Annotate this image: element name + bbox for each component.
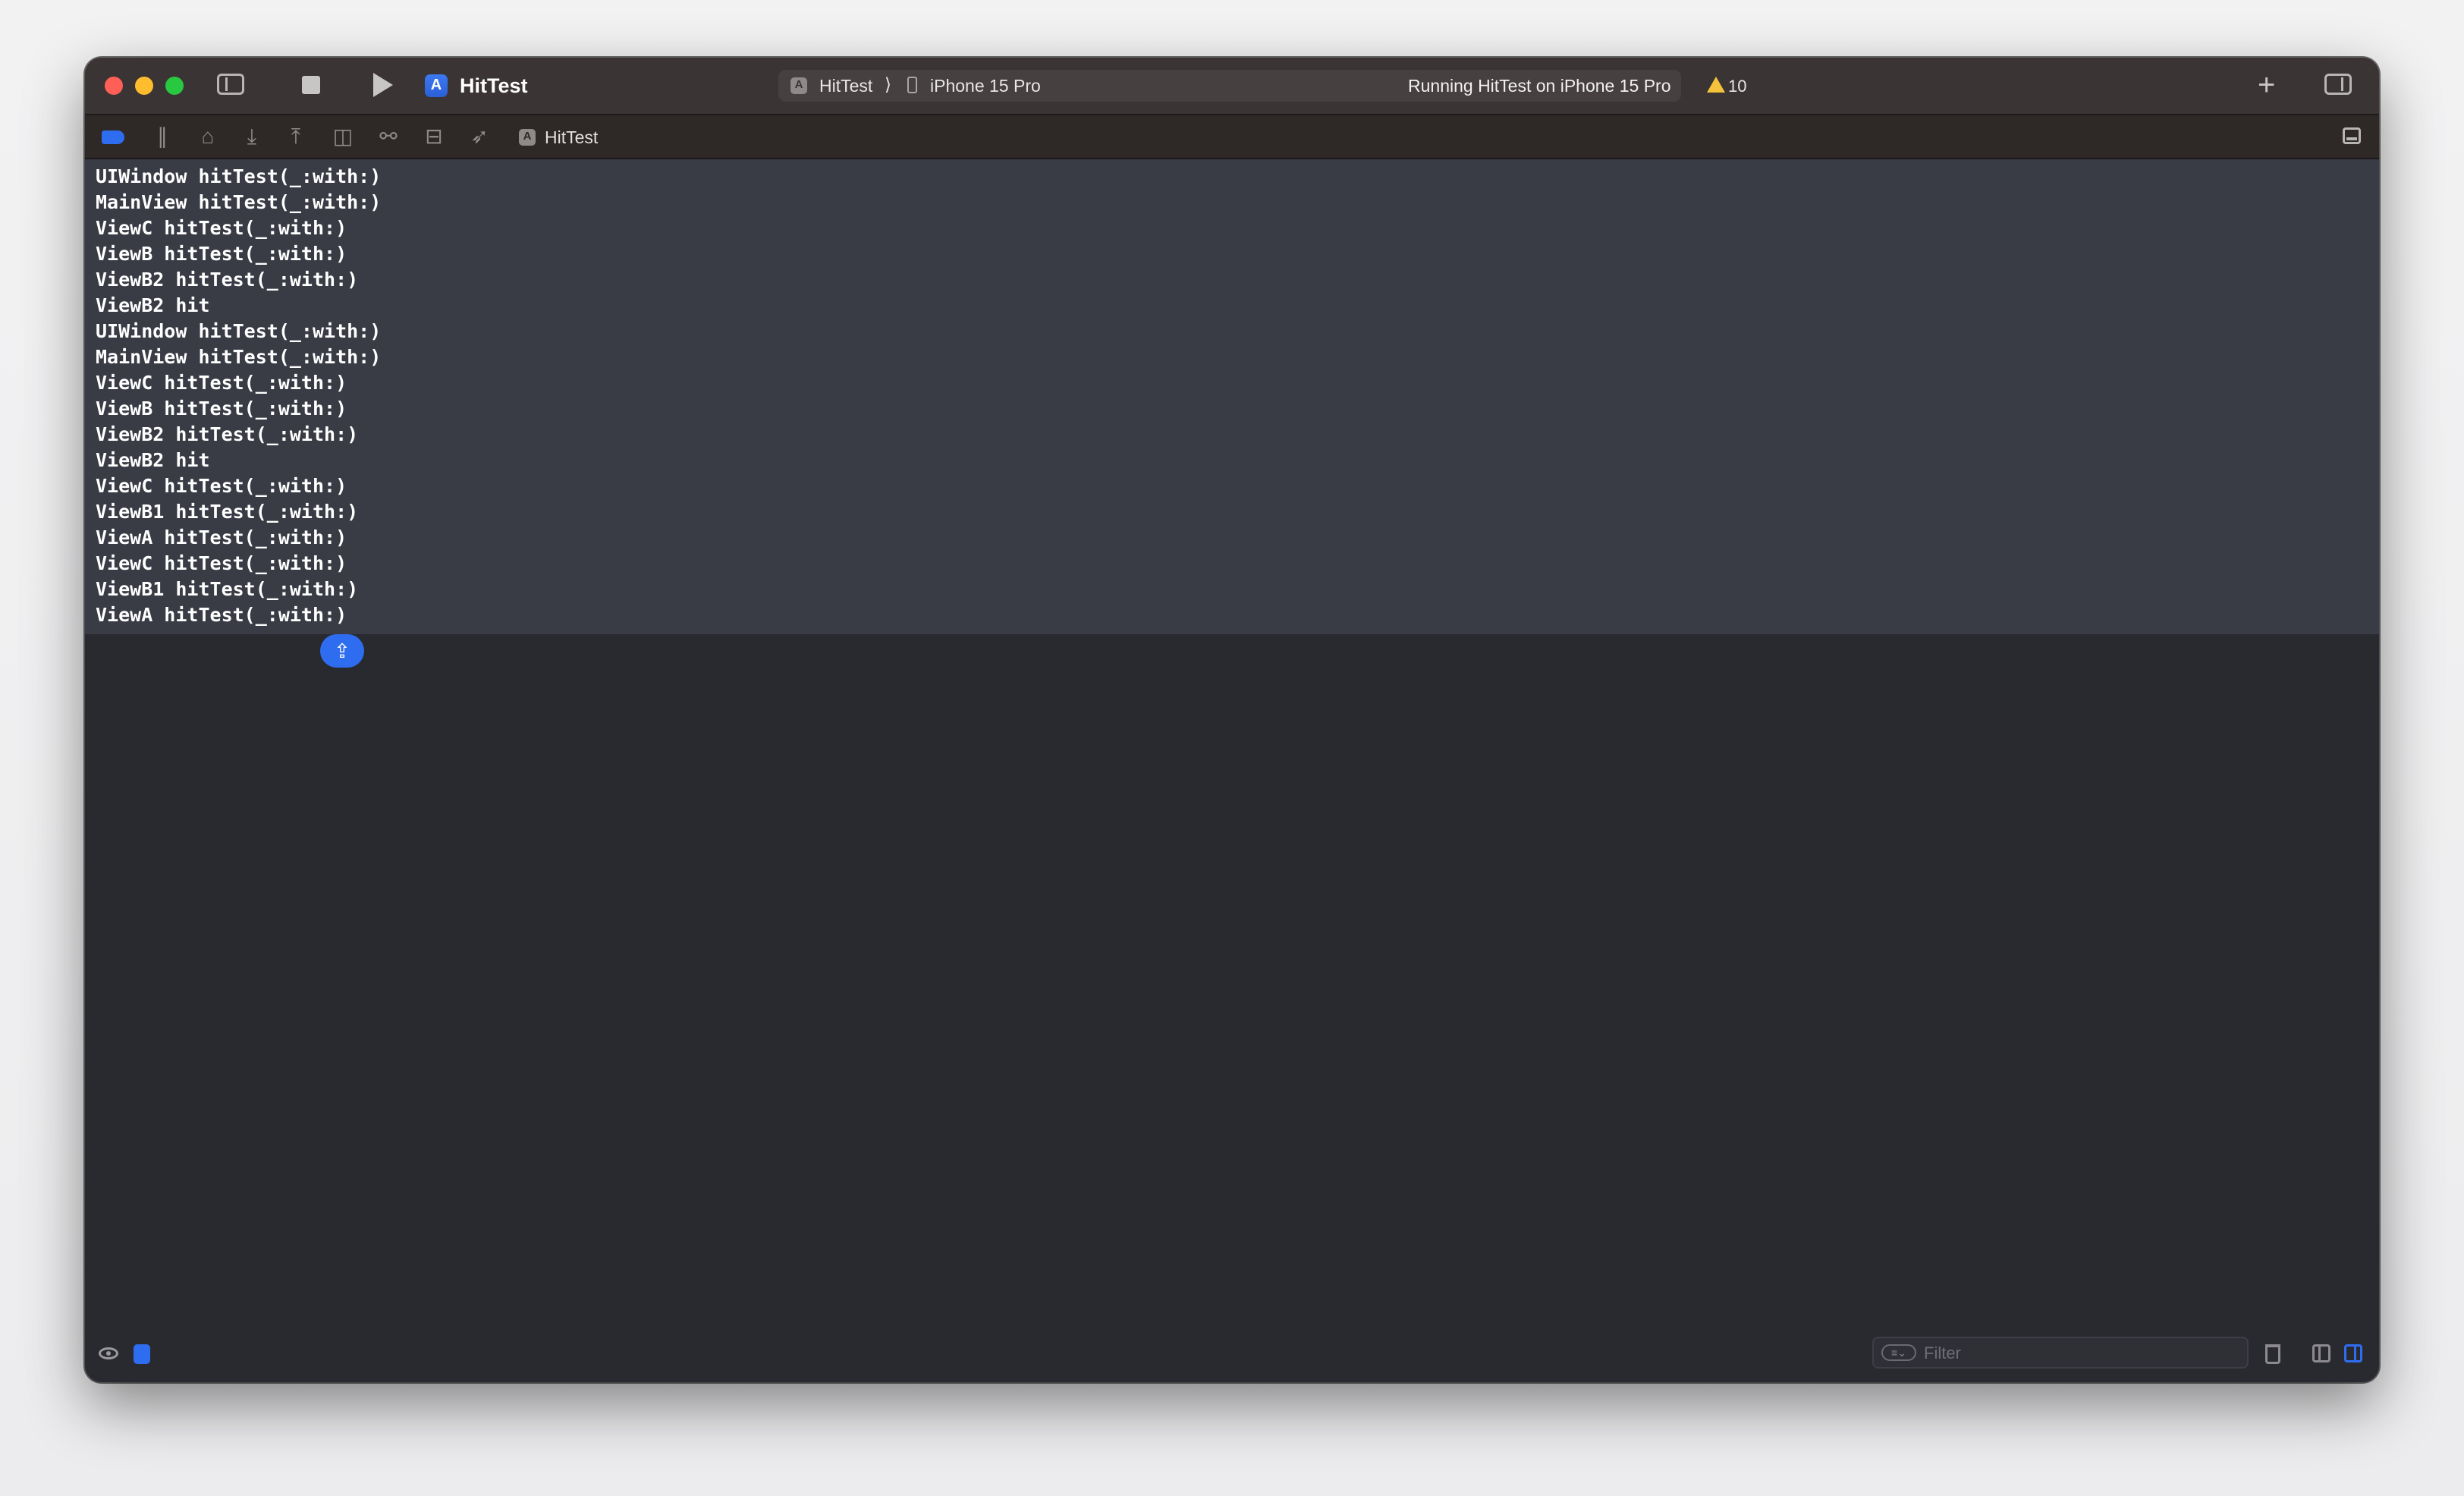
filter-input[interactable]: [1922, 1340, 2244, 1367]
stop-button[interactable]: [302, 76, 320, 94]
log-line: ViewC hitTest(_:with:): [96, 372, 347, 394]
debug-bar: ∥ ⌂ ⤓ ⤒ ◫ ⚯ ⊟ ➶ HitTest: [85, 115, 2379, 159]
variables-toggle-icon[interactable]: [134, 1344, 150, 1364]
show-console-pane-icon[interactable]: [2344, 1344, 2362, 1362]
log-line: ViewB2 hit: [96, 449, 210, 471]
log-line: ViewC hitTest(_:with:): [96, 475, 347, 497]
debug-target-name[interactable]: HitTest: [545, 127, 598, 148]
navigator-toggle-icon[interactable]: [217, 74, 244, 95]
log-line: UIWindow hitTest(_:with:): [96, 165, 382, 187]
hide-debug-area-icon[interactable]: [2343, 127, 2361, 144]
log-line: ViewA hitTest(_:with:): [96, 526, 347, 548]
log-line: ViewB2 hit: [96, 294, 210, 316]
log-line: ViewA hitTest(_:with:): [96, 604, 347, 626]
warning-count[interactable]: 10: [1728, 77, 1746, 96]
log-line: ViewB2 hitTest(_:with:): [96, 423, 359, 445]
trash-icon[interactable]: [2265, 1344, 2280, 1364]
log-line: ViewB hitTest(_:with:): [96, 243, 347, 265]
console-bottom-bar: ≡⌄: [85, 1328, 2379, 1382]
console-area[interactable]: UIWindow hitTest(_:with:) MainView hitTe…: [85, 159, 2379, 1328]
location-icon[interactable]: ➶: [464, 115, 495, 158]
eye-icon[interactable]: [99, 1347, 118, 1359]
minimize-window-button[interactable]: [135, 77, 153, 95]
log-line: ViewB2 hitTest(_:with:): [96, 269, 359, 291]
close-window-button[interactable]: [105, 77, 123, 95]
warning-icon[interactable]: [1707, 77, 1725, 93]
log-line: MainView hitTest(_:with:): [96, 191, 382, 213]
log-line: ViewC hitTest(_:with:): [96, 552, 347, 574]
inspector-toggle-icon[interactable]: [2324, 74, 2352, 95]
step-out-icon[interactable]: ⤒: [281, 115, 311, 158]
target-app-icon: [519, 129, 536, 146]
run-button[interactable]: [373, 73, 393, 97]
pause-icon[interactable]: ∥: [147, 115, 178, 158]
breakpoints-icon[interactable]: [102, 130, 124, 144]
run-destination-selector[interactable]: iPhone 15 Pro: [930, 76, 1041, 96]
xcode-window: HitTest HitTest ⟩ iPhone 15 Pro Running …: [85, 58, 2379, 1382]
activity-status: Running HitTest on iPhone 15 Pro: [1408, 76, 1671, 96]
scheme-selector[interactable]: HitTest: [819, 76, 872, 96]
iphone-icon: [907, 77, 917, 93]
log-line: UIWindow hitTest(_:with:): [96, 320, 382, 342]
window-toolbar: HitTest HitTest ⟩ iPhone 15 Pro Running …: [85, 58, 2379, 115]
scheme-app-icon: [790, 77, 807, 94]
add-library-button[interactable]: +: [2258, 68, 2275, 102]
project-title: HitTest: [460, 74, 528, 97]
log-line: ViewB1 hitTest(_:with:): [96, 578, 359, 600]
filter-options-icon[interactable]: ≡⌄: [1881, 1344, 1916, 1361]
step-over-icon[interactable]: ⌂: [193, 115, 223, 158]
zoom-window-button[interactable]: [165, 77, 184, 95]
view-hierarchy-icon[interactable]: ◫: [328, 115, 358, 158]
scroll-to-top-button[interactable]: ⇪: [320, 634, 364, 668]
log-line: ViewB1 hitTest(_:with:): [96, 501, 359, 523]
log-line: MainView hitTest(_:with:): [96, 346, 382, 368]
log-line: ViewC hitTest(_:with:): [96, 217, 347, 239]
step-into-icon[interactable]: ⤓: [237, 115, 267, 158]
environment-overrides-icon[interactable]: ⊟: [419, 115, 449, 158]
app-icon: [425, 74, 448, 97]
chevron-right-icon: ⟩: [885, 74, 891, 94]
filter-field[interactable]: ≡⌄: [1872, 1337, 2249, 1369]
memory-graph-icon[interactable]: ⚯: [373, 115, 404, 158]
console-output: UIWindow hitTest(_:with:) MainView hitTe…: [85, 159, 2379, 634]
log-line: ViewB hitTest(_:with:): [96, 398, 347, 420]
show-variables-pane-icon[interactable]: [2312, 1344, 2330, 1362]
